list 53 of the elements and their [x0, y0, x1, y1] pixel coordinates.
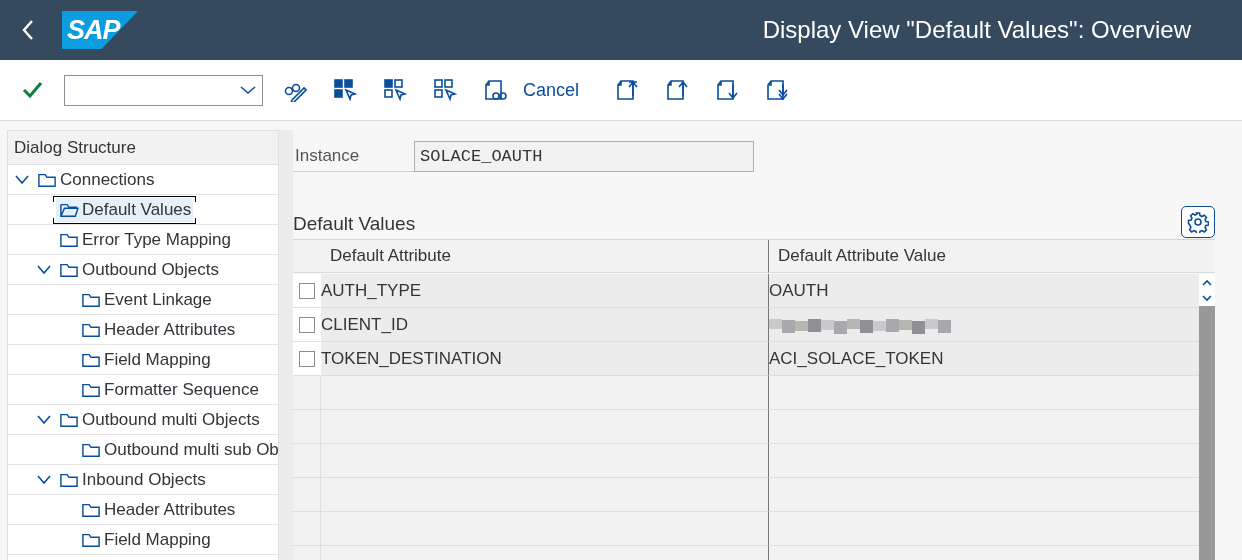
- row-checkbox[interactable]: [299, 350, 315, 367]
- chevron-up-icon: [1202, 278, 1212, 286]
- window-title: Display View "Default Values": Overview: [762, 16, 1191, 44]
- selection-grid-icon: [383, 78, 407, 102]
- tree-item[interactable]: Default Values: [56, 197, 194, 222]
- cancel-button[interactable]: Cancel: [523, 79, 580, 101]
- command-field[interactable]: [64, 74, 263, 106]
- settings-button[interactable]: [1181, 206, 1215, 238]
- toolbar-button[interactable]: [615, 78, 640, 102]
- toolbar-button[interactable]: [665, 78, 690, 102]
- tree-item[interactable]: Outbound multi Objects: [56, 407, 262, 432]
- table-cell: ACI_SOLACE_TOKEN: [768, 342, 1199, 376]
- tree-item[interactable]: Field Mapping: [78, 527, 213, 552]
- toolbar-button[interactable]: [333, 78, 357, 102]
- row-checkbox[interactable]: [299, 316, 315, 333]
- toolbar-button[interactable]: [765, 78, 790, 102]
- toolbar-button[interactable]: [715, 78, 740, 102]
- tree-item[interactable]: Event Linkage: [78, 287, 214, 312]
- document-arrow-icon: [665, 78, 690, 102]
- toolbar-button[interactable]: [383, 78, 407, 102]
- chevron-down-icon: [1202, 294, 1212, 302]
- settings-icon: [1187, 211, 1209, 233]
- table-cell: AUTH_TYPE: [321, 274, 768, 308]
- document-glasses-icon: [483, 78, 507, 102]
- table-cell: TOKEN_DESTINATION: [321, 342, 768, 376]
- document-arrow-icon: [715, 78, 740, 102]
- toolbar-button[interactable]: [483, 78, 507, 102]
- tree-item[interactable]: Field Mapping: [78, 347, 213, 372]
- scroll-down-button[interactable]: [1199, 290, 1215, 306]
- tree-item[interactable]: Header Attributes: [78, 497, 238, 522]
- table-title: Default Values: [293, 213, 416, 236]
- table-cell: CLIENT_ID: [321, 308, 768, 342]
- scroll-up-button[interactable]: [1199, 274, 1215, 290]
- logo: SAP: [62, 11, 138, 49]
- table-cell: OAUTH: [768, 274, 1199, 308]
- tree-item[interactable]: Error Type Mapping: [56, 227, 233, 252]
- caret-icon: [240, 85, 256, 95]
- tree-item[interactable]: Outbound multi sub Ob: [78, 437, 278, 462]
- column-header: Default Attribute Value: [768, 240, 1199, 273]
- selection-grid-icon: [333, 78, 357, 102]
- document-arrow-icon: [765, 78, 790, 102]
- column-header: Default Attribute: [321, 240, 768, 273]
- instance-field[interactable]: SOLACE_OAUTH: [414, 141, 754, 172]
- tree-item[interactable]: Outbound Objects: [56, 257, 222, 282]
- tree-item[interactable]: Inbound Objects: [56, 467, 208, 492]
- selection-grid-icon: [433, 78, 457, 102]
- panel-title: Dialog Structure: [8, 131, 278, 165]
- tree-item[interactable]: Formatter Sequence: [78, 377, 261, 402]
- row-checkbox[interactable]: [299, 282, 315, 299]
- toolbar-button[interactable]: [433, 78, 457, 102]
- tree-item[interactable]: Connections: [34, 167, 157, 192]
- document-arrow-icon: [615, 78, 640, 102]
- tree-item[interactable]: Header Attributes: [78, 317, 238, 342]
